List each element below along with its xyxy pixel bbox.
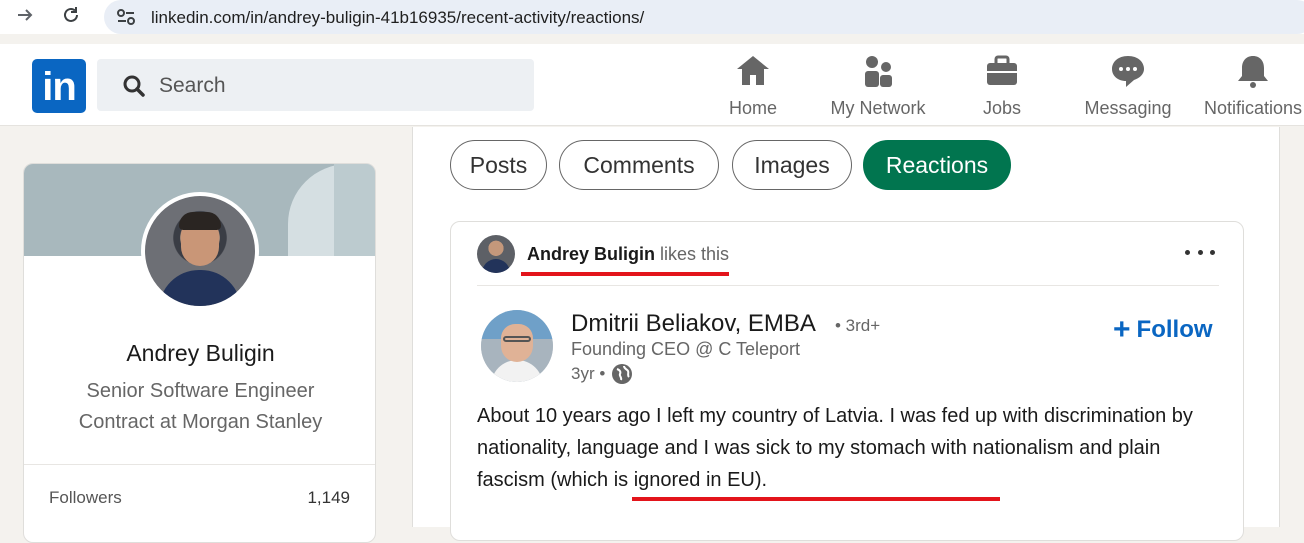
chat-icon [1112,56,1144,87]
nav-messaging[interactable]: Messaging [1080,52,1176,122]
globe-icon [612,364,633,384]
reaction-action: likes this [655,244,730,264]
tab-images[interactable]: Images [732,140,852,190]
linkedin-logo[interactable]: in [32,59,86,113]
reload-button[interactable] [61,5,81,25]
followers-label: Followers [49,488,122,507]
bell-icon [1238,56,1268,88]
author-avatar[interactable] [481,310,553,382]
nav-notifications[interactable]: Notifications [1198,52,1304,122]
site-info-icon[interactable] [116,8,136,26]
followers-count: 1,149 [307,488,350,507]
connection-degree: • 3rd+ [835,316,881,335]
url-text[interactable]: linkedin.com/in/andrey-buligin-41b16935/… [151,8,644,28]
red-underline-annotation [632,497,1000,501]
tab-posts[interactable]: Posts [450,140,547,190]
address-bar[interactable]: linkedin.com/in/andrey-buligin-41b16935/… [104,0,1304,34]
reactor-name[interactable]: Andrey Buligin [527,244,655,264]
post-meta: 3yr • [571,363,633,385]
nav-my-network[interactable]: My Network [822,52,934,122]
nav-label: Home [728,98,777,118]
nav-label: Messaging [1084,98,1172,118]
reaction-header: Andrey Buligin likes this [527,244,729,265]
nav-label: Jobs [982,98,1022,118]
nav-home[interactable]: Home [716,52,790,122]
post-card: Andrey Buligin likes this Dmitrii Beliak… [450,221,1244,541]
profile-card: Andrey Buligin Senior Software Engineer … [23,163,376,543]
activity-panel: Posts Comments Images Reactions Andrey B… [412,127,1280,541]
tab-reactions[interactable]: Reactions [863,140,1011,190]
divider [24,464,375,465]
search-input[interactable] [159,72,519,100]
reactor-avatar[interactable] [477,235,515,273]
follow-button[interactable]: + Follow [1113,313,1213,346]
author-headline: Founding CEO @ C Teleport [571,339,801,359]
post-body-text: About 10 years ago I left my country of … [477,405,1193,491]
profile-avatar[interactable] [141,192,259,310]
briefcase-icon [987,55,1017,85]
more-options-button[interactable] [1185,240,1215,264]
network-icon [865,56,892,87]
forward-button[interactable] [15,5,35,25]
divider [477,285,1219,286]
profile-headline: Senior Software Engineer Contract at Mor… [78,380,323,433]
red-underline-annotation [521,272,729,276]
search-box[interactable] [97,59,534,111]
nav-jobs[interactable]: Jobs [970,52,1034,122]
post-age: 3yr • [571,364,606,383]
arrow-right-icon [18,9,33,21]
linkedin-header: in Home My Network Jobs Messaging Notifi… [0,44,1304,126]
browser-toolbar: linkedin.com/in/andrey-buligin-41b16935/… [0,0,1304,34]
nav-label: Notifications [1203,98,1303,118]
reload-icon [64,7,78,22]
tab-comments[interactable]: Comments [559,140,719,190]
author-name[interactable]: Dmitrii Beliakov, EMBA [571,310,816,338]
search-icon [123,75,145,97]
plus-icon: + [1113,313,1131,346]
follow-label: Follow [1136,316,1213,343]
nav-label: My Network [830,98,926,118]
home-icon [737,56,769,85]
profile-name[interactable]: Andrey Buligin [24,340,375,367]
